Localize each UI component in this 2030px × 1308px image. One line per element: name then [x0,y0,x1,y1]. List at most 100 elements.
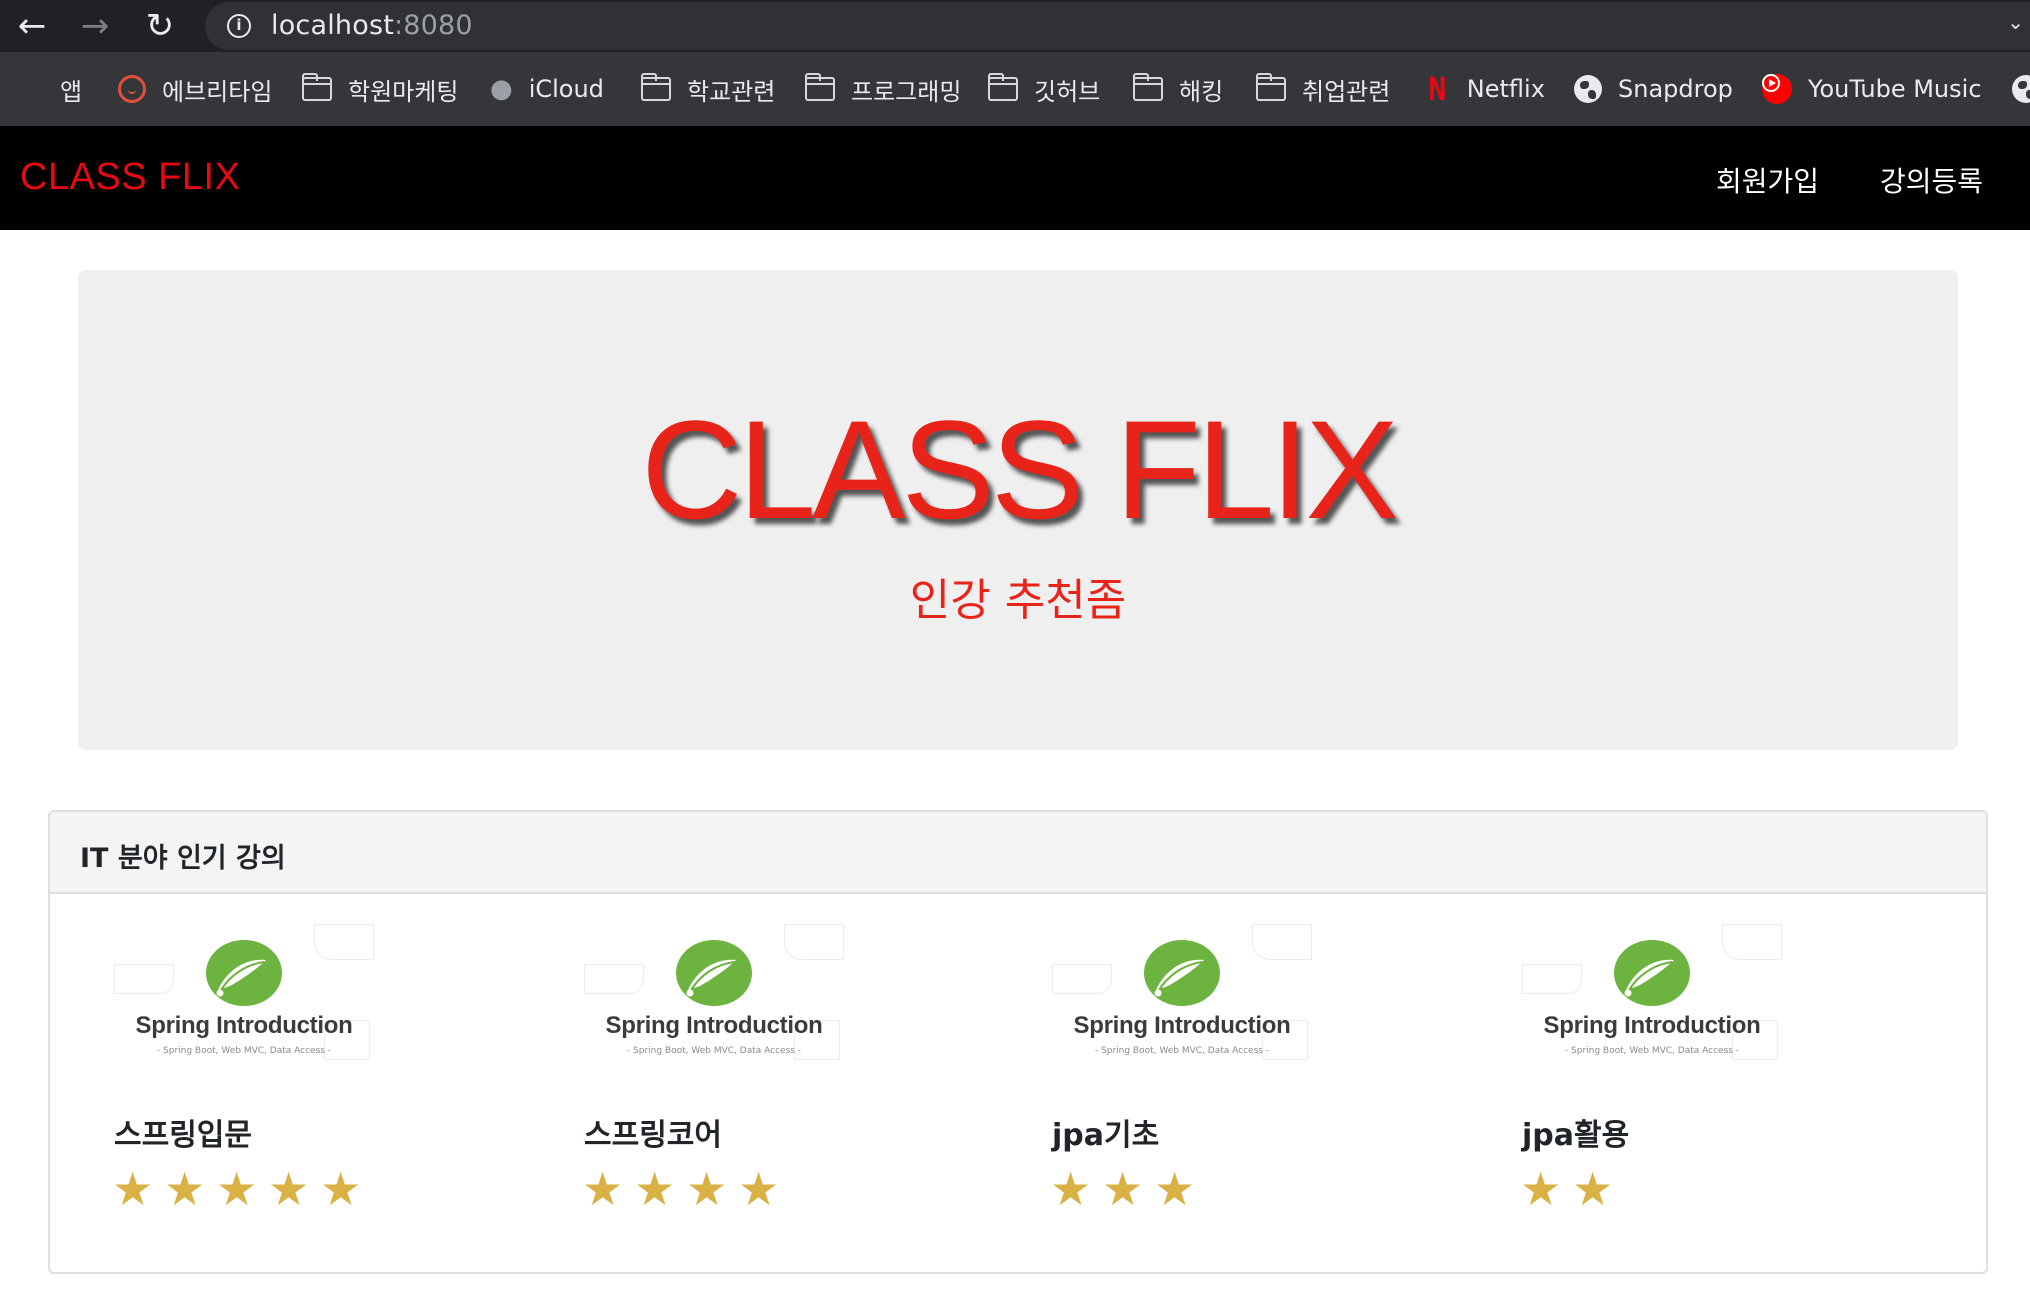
bookmark-label: 학원마케팅 [348,77,459,106]
folder-icon [987,73,1018,101]
course-thumbnail[interactable]: Spring Introduction - Spring Boot, Web M… [1052,924,1312,1084]
site-info-icon[interactable]: i [227,14,251,38]
folder-icon [1255,73,1286,101]
reload-icon[interactable]: ↻ [140,6,180,46]
star-icon: ★ [1520,1162,1562,1216]
apple-icon: ● [490,74,513,104]
bookmark-folder-github[interactable]: 깃허브 [987,52,1101,126]
course-thumbnail[interactable]: Spring Introduction - Spring Boot, Web M… [584,924,844,1084]
star-rating: ★ ★ ★ ★ ★ [112,1166,372,1212]
star-icon: ★ [738,1162,780,1216]
spring-leaf-icon [1142,938,1222,1008]
course-thumbnail[interactable]: Spring Introduction - Spring Boot, Web M… [1522,924,1782,1084]
course-item[interactable]: Spring Introduction - Spring Boot, Web M… [106,924,406,1264]
folder-icon [1132,73,1163,101]
bookmark-label: 깃허브 [1034,77,1101,106]
course-item[interactable]: Spring Introduction - Spring Boot, Web M… [576,924,876,1264]
thumbnail-title: Spring Introduction [135,1012,353,1039]
address-bar[interactable]: i localhost:8080 ⌄ [205,2,2030,50]
star-icon: ★ [582,1162,624,1216]
site-navbar: CLASS FLIX 회원가입 강의등록 [0,126,2030,230]
popular-courses-card: IT 분야 인기 강의 Spring Introduction - Spring… [48,810,1988,1274]
course-item[interactable]: Spring Introduction - Spring Boot, Web M… [1514,924,1814,1264]
bookmark-label: 해킹 [1179,77,1224,106]
star-rating: ★ ★ ★ [1050,1166,1206,1212]
nav-link-signup[interactable]: 회원가입 [1716,160,1819,200]
bookmark-youtube-music[interactable]: YouTube Music [1762,52,1982,126]
bookmark-label: Snapdrop [1618,75,1733,103]
star-icon: ★ [634,1162,676,1216]
card-title: IT 분야 인기 강의 [80,843,286,874]
spring-leaf-icon [204,938,284,1008]
forward-arrow-icon[interactable]: → [75,6,115,46]
netflix-icon: N [1428,70,1447,108]
star-icon: ★ [112,1162,154,1216]
url-host: localhost [271,10,394,41]
hero-subtitle: 인강 추천좀 [909,575,1127,626]
bookmark-label: iCloud [528,75,604,103]
spring-leaf-icon [674,938,754,1008]
globe-icon [2012,75,2030,103]
bookmark-overflow[interactable] [2012,52,2030,126]
bookmarks-bar: 앱 에브리타임 학원마케팅 ● iCloud 학교관련 프로그래밍 깃허브 해킹… [0,52,2030,126]
chevron-down-icon[interactable]: ⌄ [2007,10,2024,34]
bookmark-folder-programming[interactable]: 프로그래밍 [804,52,962,126]
url-text[interactable]: localhost:8080 [271,10,473,41]
bookmark-label: Netflix [1466,75,1545,103]
browser-toolbar: ← → ↻ i localhost:8080 ⌄ [0,0,2030,52]
course-item[interactable]: Spring Introduction - Spring Boot, Web M… [1044,924,1344,1264]
back-arrow-icon[interactable]: ← [12,6,52,46]
star-icon: ★ [1572,1162,1614,1216]
thumbnail-subtitle: - Spring Boot, Web MVC, Data Access - [1564,1046,1740,1056]
folder-icon [804,73,835,101]
bookmark-snapdrop[interactable]: Snapdrop [1574,52,1733,126]
star-rating: ★ ★ ★ ★ [582,1166,790,1212]
bookmark-folder-jobs[interactable]: 취업관련 [1255,52,1391,126]
bookmark-label: 취업관련 [1302,77,1391,106]
bookmark-folder-school[interactable]: 학교관련 [640,52,776,126]
bookmark-label: 프로그래밍 [851,77,962,106]
nav-link-register-lecture[interactable]: 강의등록 [1880,160,1983,200]
star-icon: ★ [164,1162,206,1216]
spring-leaf-icon [1612,938,1692,1008]
star-rating: ★ ★ [1520,1166,1624,1212]
hero-jumbotron: CLASS FLIX 인강 추천좀 [78,270,1958,750]
bookmark-folder-hacking[interactable]: 해킹 [1132,52,1224,126]
course-name[interactable]: 스프링입문 [114,1110,252,1154]
thumbnail-subtitle: - Spring Boot, Web MVC, Data Access - [156,1046,332,1056]
star-icon: ★ [216,1162,258,1216]
course-name[interactable]: jpa활용 [1522,1110,1629,1154]
apps-grid-icon [18,76,44,102]
everytime-alarm-icon [118,75,146,103]
bookmark-everytime[interactable]: 에브리타임 [118,52,272,126]
star-icon: ★ [268,1162,310,1216]
globe-icon [1574,75,1602,103]
star-icon: ★ [1154,1162,1196,1216]
folder-icon [640,73,671,101]
folder-icon [301,73,332,101]
url-port: :8080 [394,10,473,41]
star-icon: ★ [320,1162,362,1216]
course-thumbnail[interactable]: Spring Introduction - Spring Boot, Web M… [114,924,374,1084]
course-name[interactable]: jpa기초 [1052,1110,1159,1154]
bookmark-netflix[interactable]: N Netflix [1424,52,1545,126]
hero-title: CLASS FLIX [641,391,1399,548]
star-icon: ★ [1050,1162,1092,1216]
thumbnail-title: Spring Introduction [1543,1012,1761,1039]
youtube-music-icon [1762,74,1792,104]
bookmark-icloud[interactable]: ● iCloud [490,52,604,126]
bookmark-label: YouTube Music [1808,75,1982,103]
bookmark-label: 학교관련 [687,77,776,106]
brand-logo[interactable]: CLASS FLIX [20,156,240,199]
bookmark-label: 에브리타임 [162,77,273,106]
bookmark-label: 앱 [60,77,83,106]
thumbnail-subtitle: - Spring Boot, Web MVC, Data Access - [1094,1046,1270,1056]
star-icon: ★ [686,1162,728,1216]
thumbnail-title: Spring Introduction [605,1012,823,1039]
thumbnail-title: Spring Introduction [1073,1012,1291,1039]
course-name[interactable]: 스프링코어 [584,1110,722,1154]
bookmark-apps[interactable]: 앱 [18,52,82,126]
bookmark-folder-marketing[interactable]: 학원마케팅 [301,52,459,126]
card-header: IT 분야 인기 강의 [50,812,1986,894]
thumbnail-subtitle: - Spring Boot, Web MVC, Data Access - [626,1046,802,1056]
